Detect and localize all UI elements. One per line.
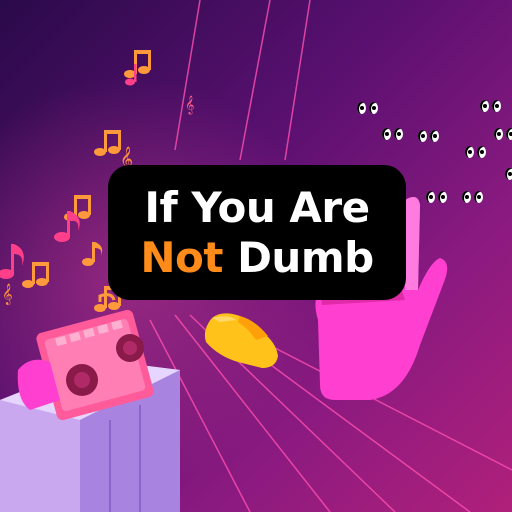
title-line-1: If You Are: [144, 182, 370, 233]
title-line-2: Not Dumb: [140, 232, 374, 283]
title-text-rest: Dumb: [237, 232, 374, 282]
title-highlight-text: Not: [140, 232, 223, 282]
title-card: If You Are Not Dumb: [108, 165, 406, 300]
title-text: If You Are: [144, 182, 370, 232]
game-thumbnail: 𝄞 𝄞 𝄞 If You Are Not Dumb: [0, 0, 512, 512]
